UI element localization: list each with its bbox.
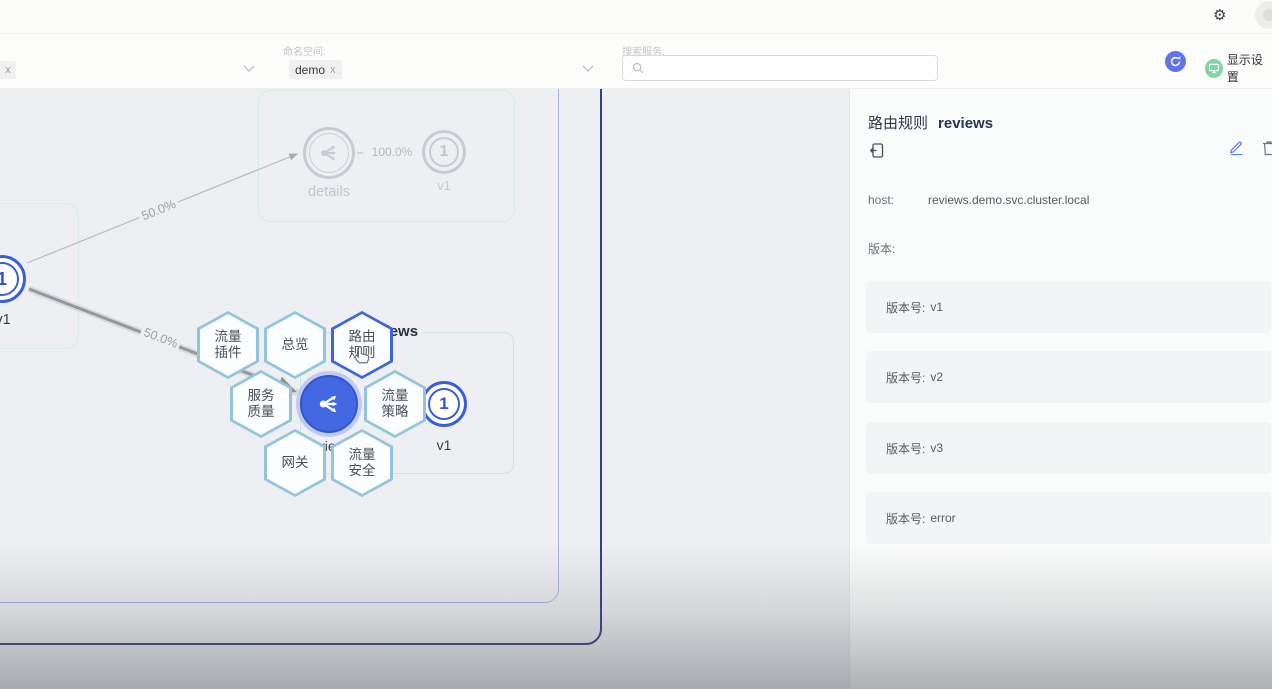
reviews-v1-node[interactable]: 1 bbox=[421, 381, 467, 427]
version-row-label: 版本号: bbox=[886, 299, 925, 316]
app-window: ⚙ x 命名空间: demo x 搜索服务: 显示设置 bbox=[0, 0, 1272, 689]
panel-title: 路由规则 reviews bbox=[868, 112, 993, 133]
chevron-down-icon[interactable] bbox=[243, 65, 255, 73]
search-icon bbox=[631, 61, 645, 75]
edit-pencil-icon[interactable] bbox=[1228, 138, 1245, 156]
version-row-v1[interactable]: 版本号: v1 bbox=[866, 281, 1271, 333]
search-input[interactable] bbox=[651, 60, 929, 76]
namespace-tag-demo[interactable]: demo x bbox=[289, 60, 342, 79]
display-settings-label: 显示设置 bbox=[1227, 51, 1272, 85]
host-value: reviews.demo.svc.cluster.local bbox=[928, 193, 1089, 207]
tag-close-icon[interactable]: x bbox=[5, 64, 11, 76]
cropped-tag[interactable]: x bbox=[0, 61, 16, 79]
version-value: v2 bbox=[930, 370, 943, 384]
chevron-down-icon[interactable] bbox=[582, 65, 594, 73]
version-row-label: 版本号: bbox=[886, 440, 925, 457]
version-value: v1 bbox=[930, 300, 943, 314]
toolbar: x 命名空间: demo x 搜索服务: 显示设置 bbox=[0, 34, 1272, 89]
menu-label: 网关 bbox=[279, 455, 310, 471]
version-value: v3 bbox=[930, 441, 943, 455]
versions-label: 版本: bbox=[868, 240, 895, 257]
panel-service-name: reviews bbox=[938, 115, 993, 132]
menu-label: 服务质量 bbox=[245, 388, 276, 420]
version-row-v2[interactable]: 版本号: v2 bbox=[866, 351, 1271, 403]
menu-label: 流量策略 bbox=[379, 388, 410, 420]
host-label: host: bbox=[868, 193, 894, 207]
search-input-wrap[interactable] bbox=[622, 55, 938, 81]
topbar: ⚙ bbox=[0, 0, 1272, 34]
display-settings-button[interactable]: 显示设置 bbox=[1205, 51, 1272, 85]
tag-close-icon[interactable]: x bbox=[330, 64, 336, 76]
version-row-error[interactable]: 版本号: error bbox=[866, 492, 1271, 544]
details-panel: 路由规则 reviews host: reviews.demo.svc.clus… bbox=[849, 88, 1272, 689]
namespace-tag-text: demo bbox=[295, 63, 325, 77]
reviews-service-node[interactable] bbox=[300, 375, 358, 433]
menu-label: 流量插件 bbox=[212, 329, 243, 361]
version-badge: 1 bbox=[428, 388, 460, 420]
version-badge: 1 bbox=[0, 262, 19, 296]
user-avatar[interactable] bbox=[1255, 1, 1272, 29]
delete-trash-icon[interactable] bbox=[1262, 140, 1272, 156]
version-row-label: 版本号: bbox=[886, 369, 925, 386]
version-value: error bbox=[930, 511, 955, 525]
version-row-v3[interactable]: 版本号: v3 bbox=[866, 422, 1271, 474]
version-row-label: 版本号: bbox=[886, 510, 925, 527]
left-v1-label: v1 bbox=[0, 312, 18, 328]
reviews-v1-label: v1 bbox=[428, 437, 460, 453]
display-icon bbox=[1205, 59, 1223, 78]
namespace-label: 命名空间: bbox=[283, 43, 326, 58]
route-share-icon bbox=[314, 389, 344, 419]
graph-canvas[interactable]: 100.0% 1 details v1 reviews 50.0% 50.0% bbox=[0, 88, 849, 689]
hand-cursor bbox=[351, 344, 371, 366]
menu-label: 总览 bbox=[279, 337, 310, 353]
menu-label: 流量安全 bbox=[346, 447, 377, 479]
refresh-icon bbox=[1169, 55, 1182, 68]
panel-title-text: 路由规则 bbox=[868, 112, 928, 133]
settings-gear-icon[interactable]: ⚙ bbox=[1213, 7, 1226, 25]
refresh-button[interactable] bbox=[1165, 51, 1186, 72]
export-doc-icon[interactable] bbox=[869, 142, 885, 159]
